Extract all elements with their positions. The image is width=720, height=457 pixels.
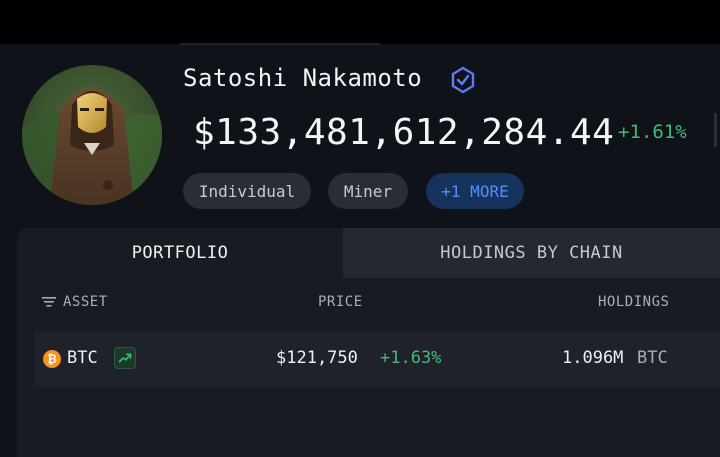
top-divider bbox=[180, 43, 380, 45]
tab-portfolio[interactable]: PORTFOLIO bbox=[17, 228, 343, 278]
asset-symbol: BTC bbox=[67, 348, 98, 368]
asset-price: $121,750 bbox=[276, 348, 358, 368]
avatar bbox=[22, 65, 162, 205]
tag-individual[interactable]: Individual bbox=[183, 173, 311, 209]
portfolio-change: +1.61% bbox=[618, 121, 687, 143]
column-header-price[interactable]: PRICE bbox=[318, 294, 363, 310]
column-header-holdings[interactable]: HOLDINGS bbox=[598, 294, 669, 310]
tab-holdings-by-chain[interactable]: HOLDINGS BY CHAIN bbox=[343, 228, 720, 278]
column-header-asset[interactable]: ASSET bbox=[63, 294, 108, 310]
holdings-amount: 1.096M bbox=[562, 348, 624, 368]
more-tags-button[interactable]: +1 MORE bbox=[426, 173, 524, 209]
tag-miner[interactable]: Miner bbox=[328, 173, 408, 209]
holdings-unit: BTC bbox=[637, 348, 668, 368]
profile-name: Satoshi Nakamoto bbox=[183, 64, 423, 92]
edge-divider bbox=[714, 113, 717, 147]
top-bar bbox=[0, 0, 720, 44]
verified-badge-icon bbox=[451, 66, 475, 94]
bitcoin-icon: ₿ bbox=[43, 350, 61, 368]
asset-price-change: +1.63% bbox=[380, 348, 442, 368]
trend-up-icon[interactable] bbox=[114, 347, 136, 369]
filter-icon[interactable] bbox=[42, 296, 56, 308]
portfolio-total-value: $133,481,612,284.44 bbox=[193, 112, 615, 153]
